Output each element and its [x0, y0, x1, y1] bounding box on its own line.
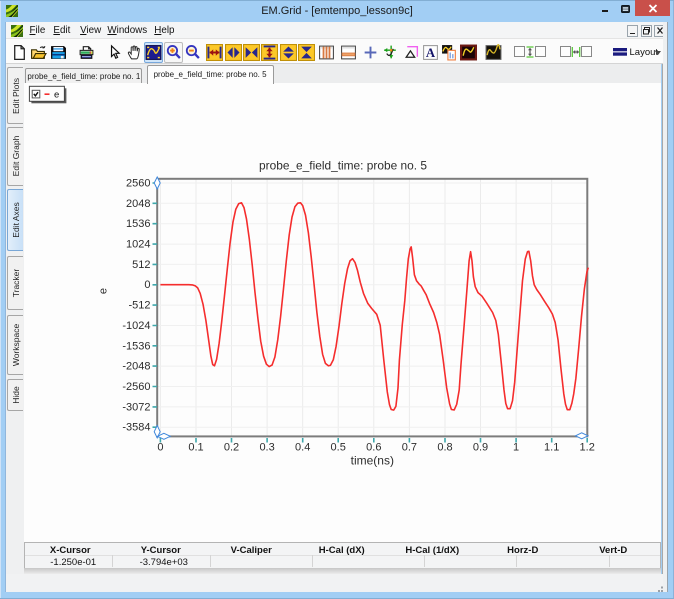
- svg-text:-2048: -2048: [122, 361, 150, 373]
- svg-text:0.4: 0.4: [295, 442, 310, 454]
- svg-text:-3072: -3072: [122, 401, 150, 413]
- svg-text:-3584: -3584: [122, 422, 150, 434]
- svg-text:-1024: -1024: [122, 320, 150, 332]
- svg-text:e: e: [54, 89, 59, 100]
- svg-text:0.9: 0.9: [473, 442, 488, 454]
- svg-text:2560: 2560: [126, 178, 150, 190]
- svg-text:0.2: 0.2: [224, 442, 239, 454]
- svg-text:-1536: -1536: [122, 340, 150, 352]
- svg-text:0.1: 0.1: [188, 442, 203, 454]
- svg-text:1: 1: [513, 442, 519, 454]
- svg-text:0: 0: [157, 442, 163, 454]
- svg-text:0.5: 0.5: [331, 442, 346, 454]
- svg-text:0: 0: [144, 279, 150, 291]
- svg-text:e: e: [97, 288, 109, 294]
- svg-text:-512: -512: [128, 300, 150, 312]
- svg-text:1.2: 1.2: [580, 442, 595, 454]
- svg-text:A: A: [426, 45, 436, 59]
- svg-text:2048: 2048: [126, 198, 150, 210]
- svg-text:1536: 1536: [126, 218, 150, 230]
- svg-text:-2560: -2560: [122, 381, 150, 393]
- svg-text:0.3: 0.3: [259, 442, 274, 454]
- svg-text:0.8: 0.8: [437, 442, 452, 454]
- svg-text:0.6: 0.6: [366, 442, 381, 454]
- svg-text:time(ns): time(ns): [351, 454, 394, 468]
- svg-text:0.7: 0.7: [402, 442, 417, 454]
- svg-text:1024: 1024: [126, 239, 150, 251]
- svg-text:1.1: 1.1: [544, 442, 559, 454]
- svg-text:512: 512: [132, 259, 150, 271]
- svg-text:probe_e_field_time: probe no.: probe_e_field_time: probe no. 5: [259, 159, 427, 173]
